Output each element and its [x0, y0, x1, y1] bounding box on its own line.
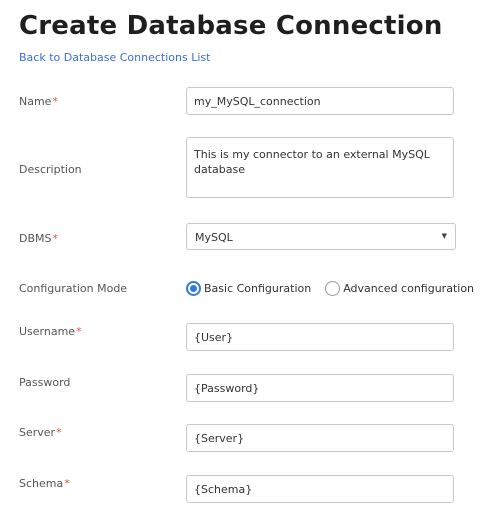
basic-configuration-radio[interactable]: Basic Configuration	[186, 280, 312, 296]
advanced-configuration-label: Advanced configuration	[343, 281, 475, 295]
schema-label: Schema*	[19, 477, 70, 490]
dbms-label-text: DBMS	[19, 232, 52, 245]
configuration-mode-radio-group: Basic Configuration Advanced configurati…	[186, 279, 474, 297]
radio-checked-icon	[186, 280, 201, 296]
server-label-text: Server	[19, 426, 56, 439]
back-to-list-link[interactable]: Back to Database Connections List	[19, 51, 210, 64]
chevron-down-icon: ▼	[441, 232, 447, 240]
dbms-selected-value: MySQL	[195, 231, 233, 244]
username-label-text: Username	[19, 325, 76, 338]
required-marker: *	[52, 232, 59, 245]
schema-label-text: Schema	[19, 477, 64, 490]
dbms-select[interactable]: MySQL ▼	[186, 223, 456, 250]
name-input[interactable]	[186, 87, 454, 115]
username-label: Username*	[19, 325, 82, 338]
advanced-configuration-radio[interactable]: Advanced configuration	[325, 280, 475, 296]
username-input[interactable]	[186, 323, 454, 351]
name-label-text: Name	[19, 95, 52, 108]
dbms-label: DBMS*	[19, 232, 58, 245]
password-label: Password	[19, 376, 71, 389]
description-label: Description	[19, 163, 82, 176]
configuration-mode-label: Configuration Mode	[19, 282, 128, 295]
description-textarea[interactable]: This is my connector to an external MySQ…	[186, 137, 454, 198]
radio-unchecked-icon	[325, 280, 341, 296]
required-marker: *	[76, 325, 82, 338]
password-input[interactable]	[186, 374, 454, 402]
required-marker: *	[52, 95, 58, 108]
name-label: Name*	[19, 95, 58, 108]
schema-input[interactable]	[186, 475, 454, 503]
required-marker: *	[56, 426, 62, 439]
server-input[interactable]	[186, 424, 454, 452]
server-label: Server*	[19, 426, 62, 439]
basic-configuration-label: Basic Configuration	[204, 281, 312, 295]
page-title: Create Database Connection	[19, 11, 443, 41]
required-marker: *	[64, 477, 70, 490]
